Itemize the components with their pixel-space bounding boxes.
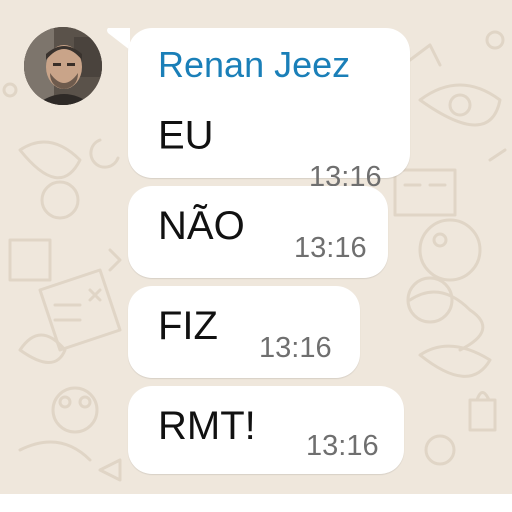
- message-time: 13:16: [294, 232, 367, 264]
- chat-background: Renan Jeez EU 13:16 NÃO 13:16 FIZ 13:16 …: [0, 0, 512, 494]
- bottom-strip: [0, 494, 512, 512]
- message-bubble[interactable]: NÃO 13:16: [128, 186, 388, 278]
- message-time: 13:16: [306, 430, 379, 462]
- message-text: RMT!: [158, 404, 256, 448]
- message-text: FIZ: [158, 304, 218, 348]
- sender-name[interactable]: Renan Jeez: [158, 44, 350, 86]
- message-time: 13:16: [259, 332, 332, 364]
- bubble-tail: [107, 28, 130, 50]
- message-bubble[interactable]: Renan Jeez EU 13:16: [128, 28, 410, 193]
- message-bubble[interactable]: FIZ 13:16: [128, 286, 360, 378]
- avatar[interactable]: [24, 27, 102, 105]
- avatar-photo: [24, 27, 102, 105]
- message-text: NÃO: [158, 204, 245, 248]
- message-bubble[interactable]: RMT! 13:16: [128, 386, 404, 474]
- message-text: EU: [158, 113, 214, 158]
